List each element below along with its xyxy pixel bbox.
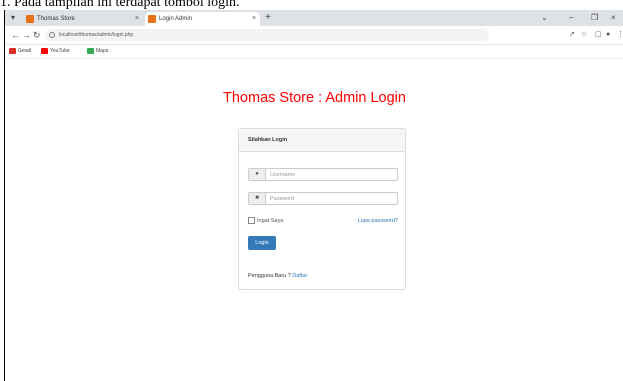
panel-heading: Silahkan Login — [239, 129, 405, 152]
minimize-icon[interactable]: – — [569, 11, 573, 25]
admin-favicon-icon — [148, 15, 156, 23]
password-group: ■ — [248, 192, 400, 205]
remember-me[interactable]: Ingat Saya — [248, 217, 283, 225]
profile-icon[interactable]: ● — [606, 30, 610, 40]
forgot-password-link[interactable]: Lupa password? — [358, 217, 398, 225]
bookmarks-bar: Gmail YouTube Maps — [5, 45, 623, 59]
tab-login-admin[interactable]: Login Admin × — [145, 12, 260, 26]
youtube-icon — [41, 48, 48, 54]
menu-icon[interactable]: ⋮ — [617, 30, 623, 40]
register-line: Pengguna Baru ? Daftar — [248, 272, 307, 280]
page-title: Thomas Store : Admin Login — [223, 90, 406, 106]
username-input[interactable] — [266, 169, 400, 180]
maps-icon — [87, 48, 94, 54]
reload-icon[interactable]: ↻ — [33, 29, 41, 41]
tab-list-chevron-icon[interactable]: ⌄ — [541, 11, 548, 25]
share-icon[interactable]: ↗ — [569, 30, 575, 40]
password-input[interactable] — [266, 193, 400, 204]
tab-thomas-store[interactable]: Thomas Store × — [23, 12, 143, 26]
remember-checkbox[interactable] — [248, 217, 255, 225]
lock-icon: ■ — [249, 193, 266, 204]
tab-label: Login Admin — [159, 16, 193, 22]
document-caption: 1. Pada tampilan ini terdapat tombol log… — [0, 0, 240, 10]
bookmark-label: YouTube — [50, 48, 70, 54]
browser-window: ▾ Thomas Store × Login Admin × + ⌄ – ❐ ×… — [4, 10, 623, 381]
remember-label: Ingat Saya — [257, 218, 284, 224]
site-info-icon[interactable] — [49, 32, 55, 38]
login-button[interactable]: Login — [248, 236, 276, 250]
maximize-icon[interactable]: ❐ — [591, 11, 598, 25]
address-bar[interactable]: localhost/thomas/admin/login.php — [45, 29, 489, 41]
register-link[interactable]: Daftar — [292, 273, 307, 279]
close-tab-icon[interactable]: × — [135, 12, 139, 26]
tab-label: Thomas Store — [37, 16, 75, 22]
user-icon: ● — [249, 169, 266, 180]
bookmark-youtube[interactable]: YouTube — [41, 47, 70, 56]
tab-bar: ▾ Thomas Store × Login Admin × + ⌄ – ❐ × — [5, 10, 623, 26]
bookmark-gmail[interactable]: Gmail — [9, 47, 31, 56]
sidebar-icon[interactable]: ▢ — [595, 30, 602, 40]
bookmark-maps[interactable]: Maps — [87, 47, 108, 56]
forward-icon[interactable]: → — [22, 29, 31, 41]
login-panel: Silahkan Login ● ■ Ingat Saya Lupa passw… — [238, 128, 406, 290]
store-favicon-icon — [26, 15, 34, 23]
close-tab-icon[interactable]: × — [252, 12, 256, 26]
bookmark-label: Maps — [96, 48, 109, 54]
close-window-icon[interactable]: × — [611, 11, 616, 25]
gmail-icon — [9, 48, 16, 54]
bookmark-star-icon[interactable]: ☆ — [581, 30, 587, 40]
new-tab-icon[interactable]: + — [265, 12, 271, 24]
register-prefix: Pengguna Baru ? — [248, 273, 291, 279]
browser-toolbar: ← → ↻ localhost/thomas/admin/login.php ↗… — [5, 26, 623, 45]
back-icon[interactable]: ← — [11, 29, 20, 41]
username-group: ● — [248, 168, 400, 181]
bookmark-label: Gmail — [18, 48, 32, 54]
url-text: localhost/thomas/admin/login.php — [59, 32, 134, 38]
tab-search-icon[interactable]: ▾ — [11, 11, 15, 25]
